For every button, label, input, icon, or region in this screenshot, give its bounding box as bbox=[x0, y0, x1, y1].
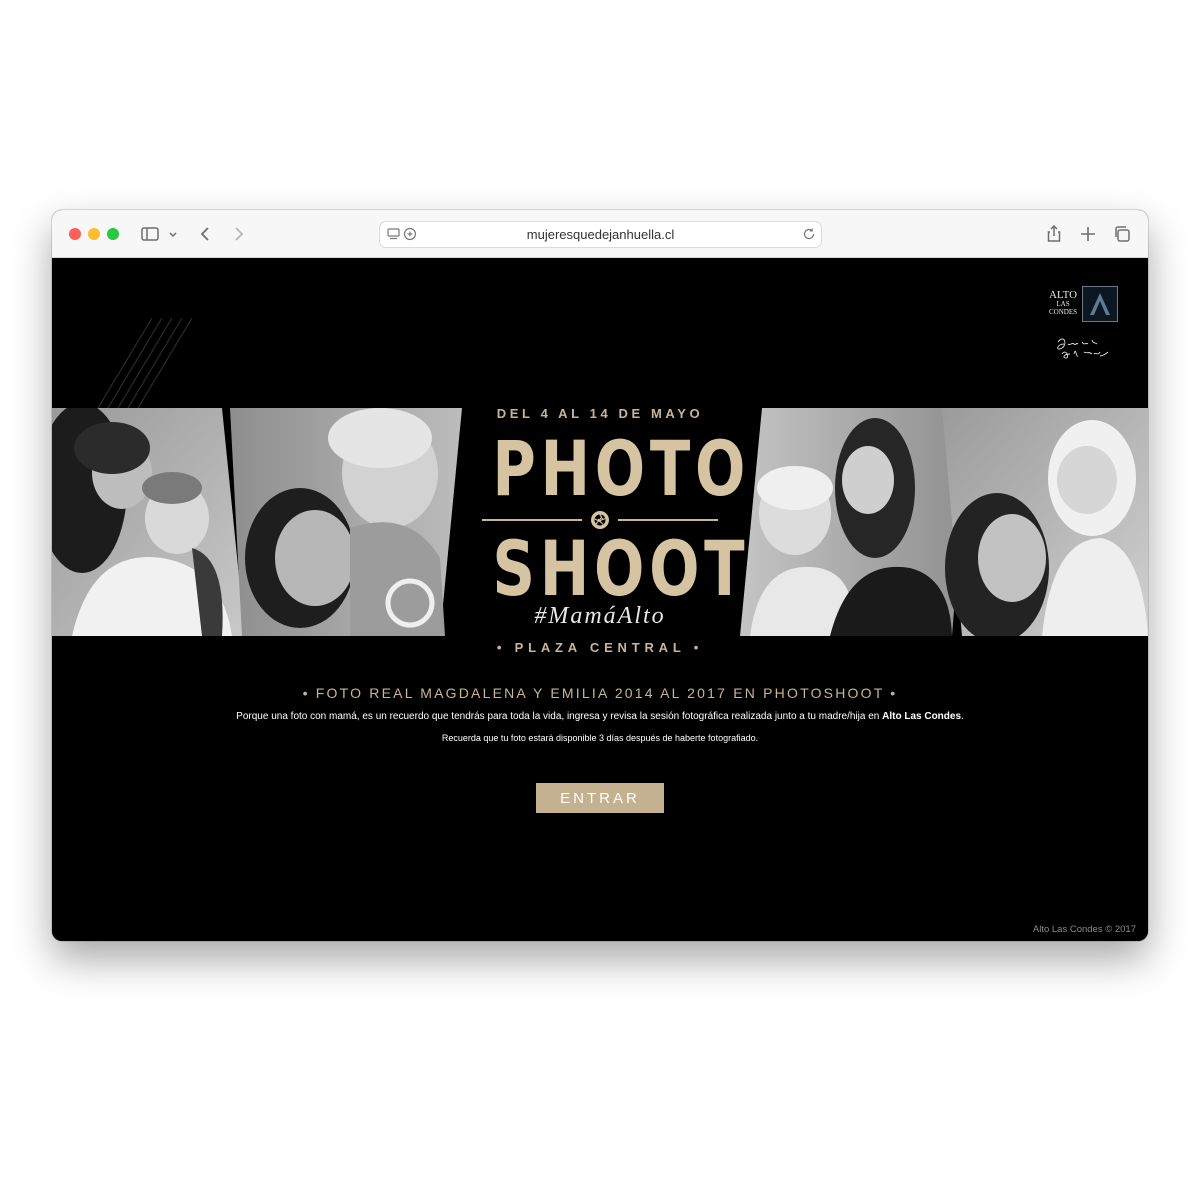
event-location: • PLAZA CENTRAL • bbox=[496, 640, 704, 655]
divider-line-right bbox=[618, 519, 718, 521]
chevron-down-icon[interactable] bbox=[164, 222, 182, 246]
enter-button[interactable]: ENTRAR bbox=[536, 783, 664, 813]
reload-icon[interactable] bbox=[801, 226, 817, 242]
title-photo: PHOTO bbox=[492, 424, 751, 513]
minimize-window-button[interactable] bbox=[88, 228, 100, 240]
body-text-suffix: . bbox=[961, 711, 964, 722]
photo-mother-toddler-1 bbox=[230, 408, 462, 636]
photo-mother-toddler-2 bbox=[740, 408, 970, 636]
share-icon[interactable] bbox=[1042, 222, 1066, 246]
brand-wordmark: ALTO LAS CONDES bbox=[1046, 290, 1080, 317]
brand-line-3: CONDES bbox=[1048, 308, 1077, 316]
brand-tagline-signature bbox=[1057, 338, 1109, 359]
decorative-lines bbox=[92, 318, 193, 418]
browser-window: mujeresquedejanhuella.cl ALTO LAS CONDES… bbox=[52, 210, 1148, 941]
body-text-prefix: Porque una foto con mamá, es un recuerdo… bbox=[236, 711, 883, 722]
content-body: Porque una foto con mamá, es un recuerdo… bbox=[52, 711, 1148, 722]
close-window-button[interactable] bbox=[69, 228, 81, 240]
zoom-window-button[interactable] bbox=[107, 228, 119, 240]
availability-note: Recuerda que tu foto estará disponible 3… bbox=[441, 733, 759, 743]
title-shoot: SHOOT bbox=[492, 524, 750, 613]
brand-logo[interactable]: ALTO LAS CONDES bbox=[1046, 286, 1120, 366]
hero-title-block: DEL 4 AL 14 DE MAYO PHOTO SHOOT #MamáAlt… bbox=[462, 404, 751, 655]
tab-overview-icon[interactable] bbox=[1110, 222, 1134, 246]
new-tab-icon[interactable] bbox=[1076, 222, 1100, 246]
divider-line-left bbox=[482, 519, 582, 521]
web-page: ALTO LAS CONDES DEL 4 AL 14 DE MAYO PHOT… bbox=[52, 258, 1148, 941]
address-bar[interactable]: mujeresquedejanhuella.cl bbox=[379, 221, 822, 248]
brand-a-icon bbox=[1082, 286, 1118, 322]
brand-line-2: LAS bbox=[1056, 300, 1070, 308]
browser-toolbar: mujeresquedejanhuella.cl bbox=[52, 210, 1148, 258]
url-text: mujeresquedejanhuella.cl bbox=[526, 227, 675, 242]
body-text-brand: Alto Las Condes bbox=[882, 711, 962, 722]
event-dates: DEL 4 AL 14 DE MAYO bbox=[496, 406, 704, 421]
photo-mother-baby-1 bbox=[52, 408, 245, 636]
sidebar-toggle-icon[interactable] bbox=[138, 222, 162, 246]
photo-mother-girl-1 bbox=[942, 408, 1148, 636]
copyright-text: Alto Las Condes © 2017 bbox=[1032, 924, 1136, 935]
forward-icon[interactable] bbox=[226, 222, 250, 246]
content-headline: • FOTO REAL MAGDALENA Y EMILIA 2014 AL 2… bbox=[302, 685, 898, 701]
back-icon[interactable] bbox=[194, 222, 218, 246]
